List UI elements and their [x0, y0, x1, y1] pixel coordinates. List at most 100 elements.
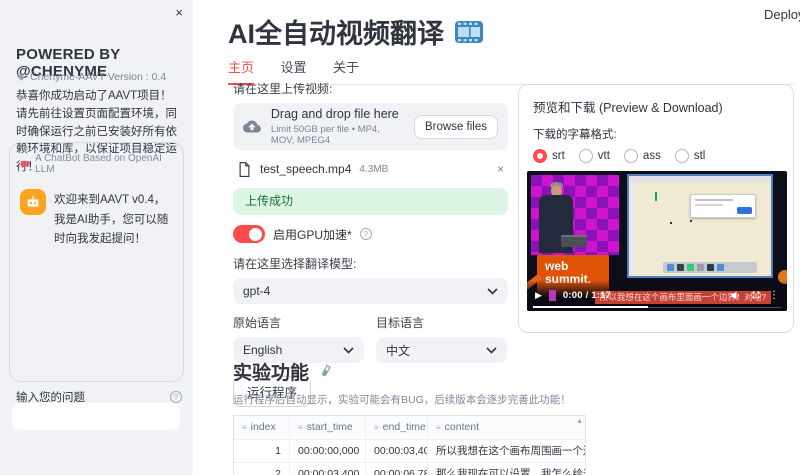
col-header-label: index	[250, 421, 276, 433]
progress-fill	[533, 306, 648, 308]
dropzone-title: Drag and drop file here	[270, 107, 399, 121]
dock-icon	[717, 264, 724, 271]
radio-label: stl	[693, 150, 706, 162]
cell-index: 1	[234, 440, 290, 462]
close-sidebar-icon[interactable]: ×	[175, 5, 183, 20]
video-menu-icon[interactable]: ⋮	[769, 290, 779, 301]
model-label: 请在这里选择翻译模型:	[233, 257, 357, 271]
cell-index: 2	[234, 463, 290, 475]
radio-stl[interactable]: stl	[674, 149, 706, 163]
page-title-text: AI全自动视频翻译	[228, 19, 444, 49]
cell-end: 00:00:03,400	[366, 440, 428, 462]
model-select[interactable]: gpt-4	[233, 278, 508, 304]
version-label: Chenyme-AAVT Version : 0.4	[30, 71, 167, 83]
chat-message-row: 欢迎来到AAVT v0.4，我是AI助手，您可以随时向我发起提问！	[20, 189, 173, 250]
radio-srt[interactable]: srt	[533, 149, 565, 163]
radio-ass[interactable]: ass	[623, 149, 661, 163]
canvas-dot	[690, 220, 692, 222]
gpu-toggle[interactable]	[233, 225, 265, 243]
file-size: 4.3MB	[359, 163, 389, 175]
preview-title: 预览和下载 (Preview & Download)	[533, 101, 723, 115]
dock-icon	[667, 264, 674, 271]
chatbot-card: A ChatBot Based on OpenAI LLM 欢迎来到AAVT v…	[9, 142, 184, 382]
gpu-help-icon[interactable]: ?	[359, 228, 372, 240]
dialog-text-line	[695, 204, 723, 206]
dialog-box	[690, 194, 756, 218]
cell-content: 所以我想在这个画布周围画一个边框，明白吗?	[436, 445, 585, 457]
upload-label: 请在这里上传视频:	[233, 82, 333, 96]
radio-selected-icon	[533, 149, 547, 163]
toggle-knob	[249, 227, 262, 241]
remove-file-icon[interactable]: ×	[497, 162, 504, 176]
video-control-bar: 所以我想在这个画布里面画一个边界，对吧? ▶ 0:00 / 1:17 ⋮	[527, 281, 787, 311]
app-root: × POWERED BY @CHENYME Chenyme-AAVT Versi…	[0, 0, 800, 475]
volume-icon[interactable]	[730, 289, 743, 302]
dock-icon	[697, 264, 704, 271]
format-label: 下载的字幕格式:	[533, 129, 617, 141]
chatbot-icon	[20, 160, 30, 168]
gpu-toggle-row: 启用GPU加速* ?	[233, 225, 508, 243]
experiment-title: 实验功能	[233, 358, 593, 385]
dock-icon	[677, 264, 684, 271]
question-input[interactable]	[12, 403, 180, 430]
speaker-laptop	[561, 235, 587, 247]
chevron-down-icon	[486, 346, 497, 354]
canvas-dot	[670, 222, 672, 224]
source-lang-label: 原始语言	[233, 316, 282, 330]
dialog-ok-button	[737, 207, 752, 214]
file-dropzone[interactable]: Drag and drop file here Limit 50GB per f…	[233, 103, 508, 150]
cell-start: 00:00:00,000	[290, 440, 366, 462]
play-icon[interactable]: ▶	[535, 290, 542, 301]
table-scroll-up-icon[interactable]: ▲	[576, 418, 583, 425]
radio-label: ass	[642, 150, 661, 162]
dock-icon	[687, 264, 694, 271]
chatbot-caption: A ChatBot Based on OpenAI LLM	[35, 153, 162, 175]
browse-files-button[interactable]: Browse files	[414, 114, 498, 139]
format-radio-group: srt vtt ass stl	[533, 149, 779, 163]
model-value: gpt-4	[243, 284, 271, 298]
chat-message: 欢迎来到AAVT v0.4，我是AI助手，您可以随时向我发起提问！	[54, 194, 169, 246]
radio-label: srt	[552, 150, 565, 162]
col-header-label: end_time	[382, 421, 426, 433]
testtube-icon	[321, 364, 331, 376]
chevron-down-icon	[343, 346, 354, 354]
source-lang-col: 原始语言 English	[233, 314, 364, 363]
film-icon	[455, 20, 483, 43]
uploaded-file-row: test_speech.mp4 4.3MB ×	[233, 157, 508, 181]
table-header-row: ≡ index ≡ start_time ≡ end_time ≡ content	[234, 416, 585, 440]
file-name: test_speech.mp4	[260, 162, 352, 176]
video-player[interactable]: web ▲ summit. 所以我想在这个画布里面画一个边界，对吧? ▶ 0:0…	[527, 171, 787, 311]
deploy-button[interactable]: Deploy	[764, 7, 800, 22]
table-row: 1 00:00:00,000 00:00:03,400 所以我想在这个画布周围画…	[234, 440, 585, 463]
video-artifact	[548, 289, 556, 301]
subtitle-table: ≡ index ≡ start_time ≡ end_time ≡ content 1 …	[233, 415, 586, 475]
cell-start: 00:00:03,400	[290, 463, 366, 475]
experiment-title-text: 实验功能	[233, 363, 310, 384]
radio-label: vtt	[597, 150, 610, 162]
table-row: 2 00:00:03,400 00:00:06,780 那么我现在可以设置，我怎…	[234, 463, 585, 475]
dock-icon	[707, 264, 714, 271]
upload-cloud-icon	[243, 120, 261, 133]
target-lang-label: 目标语言	[376, 316, 425, 330]
chevron-down-icon	[487, 287, 498, 295]
file-icon	[239, 161, 250, 177]
col-header-index[interactable]: ≡ index	[234, 416, 290, 439]
col-header-end[interactable]: ≡ end_time	[366, 416, 428, 439]
fullscreen-icon[interactable]	[750, 289, 762, 301]
tag-icon	[17, 73, 25, 81]
sort-icon: ≡	[436, 423, 441, 432]
col-header-label: start_time	[306, 421, 353, 433]
sidebar: × POWERED BY @CHENYME Chenyme-AAVT Versi…	[0, 0, 193, 475]
preview-card: 预览和下载 (Preview & Download) 下载的字幕格式: srt …	[518, 84, 794, 333]
cell-content: 那么我现在可以设置，我怎么给这个画布添加一个边框呢?	[436, 468, 585, 475]
version-row: Chenyme-AAVT Version : 0.4	[16, 71, 166, 83]
col-header-content[interactable]: ≡ content	[428, 416, 585, 439]
col-header-start[interactable]: ≡ start_time	[290, 416, 366, 439]
radio-vtt[interactable]: vtt	[578, 149, 610, 163]
target-lang-col: 目标语言 中文	[376, 314, 507, 363]
question-help-icon[interactable]: ?	[170, 391, 182, 403]
sort-icon: ≡	[298, 423, 303, 432]
source-lang-value: English	[243, 343, 283, 357]
macos-dock	[663, 262, 757, 273]
sort-icon: ≡	[374, 423, 379, 432]
